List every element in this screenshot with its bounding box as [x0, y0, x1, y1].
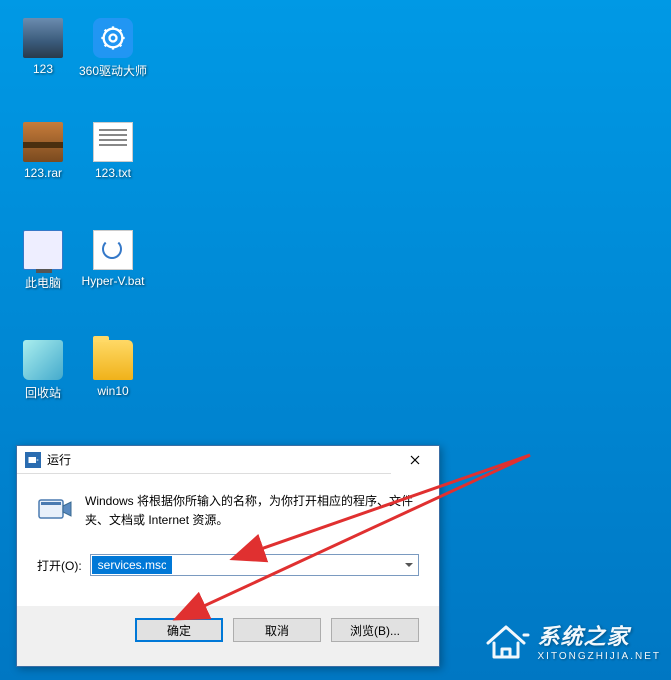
- icon-label: win10: [97, 384, 128, 398]
- watermark-house-icon: [482, 621, 530, 661]
- browse-button[interactable]: 浏览(B)...: [331, 618, 419, 642]
- desktop-icon-this-pc[interactable]: 此电脑: [8, 230, 78, 291]
- desktop-icon-rar[interactable]: 123.rar: [8, 122, 78, 180]
- desktop-icon-360driver[interactable]: 360驱动大师: [78, 18, 148, 79]
- desktop-icon-win10[interactable]: win10: [78, 340, 148, 398]
- watermark-subtitle: XITONGZHIJIA.NET: [538, 651, 662, 662]
- desktop-icon-txt[interactable]: 123.txt: [78, 122, 148, 180]
- watermark: 系统之家 XITONGZHIJIA.NET: [482, 619, 662, 662]
- dialog-description: Windows 将根据你所输入的名称，为你打开相应的程序、文件夹、文档或 Int…: [85, 492, 419, 530]
- recycle-bin-icon: [23, 340, 63, 380]
- icon-label: 回收站: [25, 384, 61, 401]
- desktop-icon-recycle-bin[interactable]: 回收站: [8, 340, 78, 401]
- ok-button[interactable]: 确定: [135, 618, 223, 642]
- icon-label: 123: [33, 62, 53, 76]
- input-row: 打开(O):: [17, 542, 439, 606]
- open-input[interactable]: [92, 556, 172, 574]
- dialog-title: 运行: [47, 451, 391, 468]
- icon-label: Hyper-V.bat: [82, 274, 145, 288]
- cancel-button[interactable]: 取消: [233, 618, 321, 642]
- txt-file-icon: [93, 122, 133, 162]
- run-dialog: 运行 Windows 将根据你所输入的名称，为你打开相应的程序、文件夹、文档或 …: [16, 445, 440, 667]
- desktop-icon-bat[interactable]: Hyper-V.bat: [78, 230, 148, 288]
- dialog-button-row: 确定 取消 浏览(B)...: [17, 606, 439, 654]
- icon-label: 360驱动大师: [79, 62, 147, 79]
- rar-file-icon: [23, 122, 63, 162]
- desktop-icon-123[interactable]: 123: [8, 18, 78, 76]
- run-dialog-icon: [37, 492, 73, 528]
- dialog-body: Windows 将根据你所输入的名称，为你打开相应的程序、文件夹、文档或 Int…: [17, 474, 439, 542]
- open-label: 打开(O):: [37, 557, 82, 574]
- icon-label: 123.rar: [24, 166, 62, 180]
- close-button[interactable]: [391, 446, 439, 474]
- this-pc-icon: [23, 230, 63, 270]
- bat-file-icon: [93, 230, 133, 270]
- watermark-title: 系统之家: [538, 619, 662, 651]
- icon-label: 此电脑: [25, 274, 61, 291]
- combobox-arrow[interactable]: [400, 563, 418, 568]
- open-combobox[interactable]: [90, 554, 419, 576]
- titlebar[interactable]: 运行: [17, 446, 439, 474]
- image-thumbnail-icon: [23, 18, 63, 58]
- icon-label: 123.txt: [95, 166, 131, 180]
- folder-icon: [93, 340, 133, 380]
- run-title-icon: [25, 452, 41, 468]
- driver-app-icon: [93, 18, 133, 58]
